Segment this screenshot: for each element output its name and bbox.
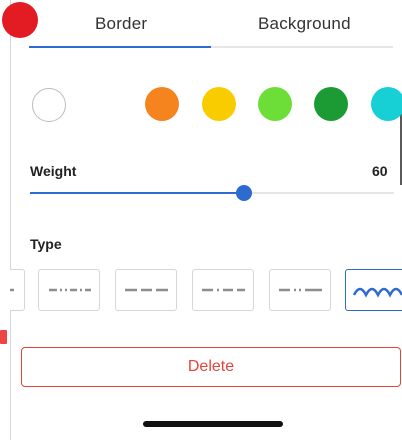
tab-background-underline [211, 46, 393, 48]
color-swatch-red[interactable] [2, 2, 38, 38]
tab-background[interactable]: Background [258, 14, 351, 34]
weight-slider-thumb[interactable] [236, 185, 252, 201]
dash-dot-dot-alt-line-icon [279, 288, 322, 292]
tab-border-underline [29, 46, 211, 48]
long-dash-line-icon [125, 288, 168, 292]
delete-button[interactable]: Delete [21, 347, 401, 387]
type-option-partial[interactable] [10, 269, 25, 311]
type-option-dash-dot[interactable] [192, 269, 254, 311]
wave-line-icon [352, 287, 402, 298]
color-swatch-yellow[interactable] [202, 87, 236, 121]
type-option-dash-dot-dot-2[interactable] [269, 269, 331, 311]
weight-label: Weight [30, 163, 77, 179]
weight-value: 60 [372, 163, 388, 179]
color-swatch-light-green[interactable] [258, 87, 292, 121]
type-label: Type [30, 236, 62, 252]
type-option-long-dash[interactable] [115, 269, 177, 311]
type-option-wave[interactable] [345, 269, 402, 311]
home-indicator[interactable] [143, 421, 283, 427]
dash-dot-dot-line-icon [49, 288, 91, 292]
type-option-dash-dot-dot[interactable] [38, 269, 100, 311]
weight-slider-fill [30, 192, 244, 194]
weight-slider-track[interactable] [244, 192, 394, 194]
panel-left-edge [10, 0, 11, 440]
red-marker [0, 330, 7, 344]
dash-dot-line-icon [202, 288, 245, 292]
partial-line-icon [10, 288, 14, 292]
tab-border[interactable]: Border [95, 14, 147, 34]
color-swatch-orange[interactable] [145, 87, 179, 121]
tab-bar: Border Background [28, 0, 400, 50]
color-swatch-white[interactable] [32, 88, 66, 122]
color-swatch-dark-green[interactable] [314, 87, 348, 121]
border-editor-panel: Border Background Weight 60 Type Delete [0, 0, 402, 440]
color-swatch-cyan[interactable] [371, 87, 402, 121]
